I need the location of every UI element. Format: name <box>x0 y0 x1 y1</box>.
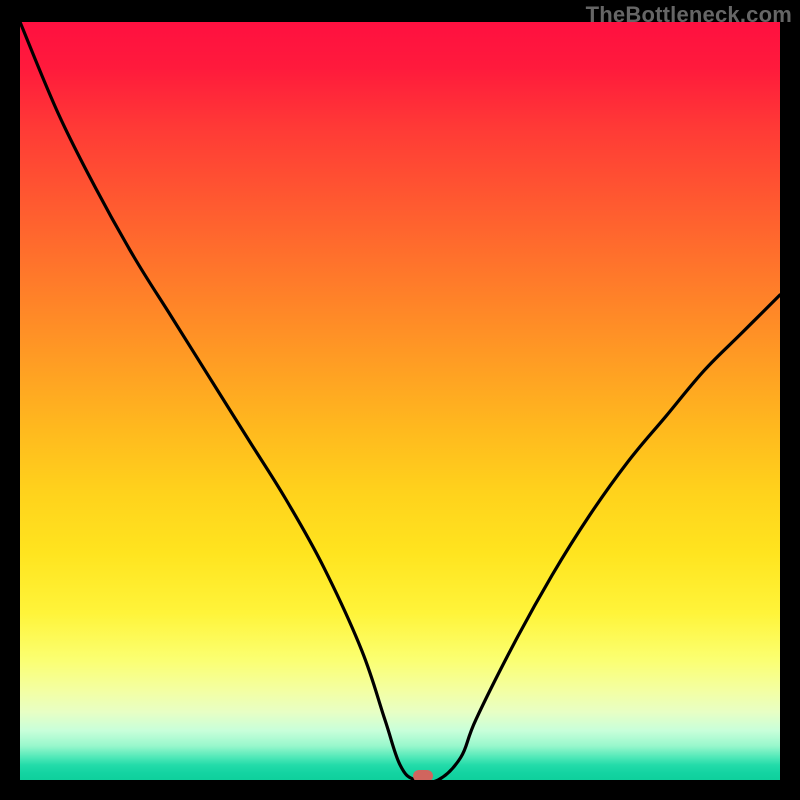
optimal-marker <box>413 770 433 780</box>
watermark-text: TheBottleneck.com <box>586 2 792 28</box>
curve-svg <box>20 22 780 780</box>
bottleneck-curve <box>20 22 780 780</box>
plot-area <box>20 22 780 780</box>
chart-frame: TheBottleneck.com <box>0 0 800 800</box>
